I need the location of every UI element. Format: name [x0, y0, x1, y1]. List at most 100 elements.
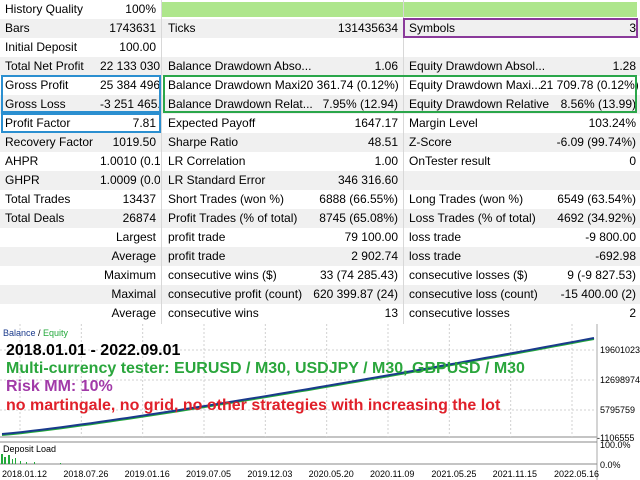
report-row: Profit Factor 7.81 Expected Payoff 1647.17 M… [0, 114, 640, 133]
label-mid: consecutive wins ($) [168, 268, 277, 282]
label-right: Equity Drawdown Absol... [409, 59, 546, 73]
value-right: 21 709.78 (0.12%) [540, 78, 639, 92]
report-row: Total Deals 26874 Profit Trades (% of tota… [0, 209, 640, 228]
value-right: 3 [629, 21, 636, 35]
column-divider [161, 0, 162, 324]
value-left: 1.0009 (0.09%) [100, 173, 160, 187]
deposit-tick: 100.0% [600, 440, 631, 450]
overlay-date-range: 2018.01.01 - 2022.09.01 [6, 342, 181, 359]
legend-balance: Balance [3, 328, 36, 338]
label-mid: LR Standard Error [168, 173, 266, 187]
label-left: Initial Deposit [5, 40, 78, 54]
report-row: Bars 1743631 Ticks 131435634 Symbols 3 [0, 19, 640, 38]
value-left: -3 251 465.18 [100, 97, 160, 111]
value-right: 6549 (63.54%) [557, 192, 636, 206]
report-row: Maximum consecutive wins ($) 33 (74 285.43… [0, 266, 640, 285]
overlay-tester-info: Multi-currency tester: EURUSD / M30, USD… [6, 360, 525, 377]
label-mid: Short Trades (won %) [168, 192, 285, 206]
label-mid: LR Correlation [168, 154, 246, 168]
label-right: loss trade [409, 249, 462, 263]
label-right: Equity Drawdown Maxi... [409, 78, 542, 92]
value-left: 1.0010 (0.10%) [100, 154, 160, 168]
chart-legend: Balance / Equity [3, 328, 68, 338]
label-left: AHPR [5, 154, 39, 168]
value-mid: 20 361.74 (0.12%) [300, 78, 399, 92]
report-row: AHPR 1.0010 (0.10%) LR Correlation 1.00 OnTe… [0, 152, 640, 171]
value-left [100, 304, 160, 323]
legend-separator: / [35, 328, 44, 338]
label-right: loss trade [409, 230, 462, 244]
value-left: 1743631 [109, 21, 156, 35]
label-left: Total Net Profit [5, 59, 84, 73]
label-right [404, 171, 554, 190]
report-row: Average consecutive wins 13 consecutive los… [0, 304, 640, 323]
value-right: 0 [629, 154, 636, 168]
label-mid: consecutive profit (count) [168, 287, 303, 301]
label-left: Gross Loss [5, 97, 66, 111]
value-mid: 346 316.60 [337, 173, 398, 187]
deposit-tick: 0.0% [600, 460, 621, 470]
history-quality-row: History Quality 100% [0, 0, 640, 19]
value-left [100, 247, 160, 266]
history-quality-bar [162, 2, 637, 17]
label-right: Loss Trades (% of total) [409, 211, 536, 225]
label-left: Total Deals [5, 211, 65, 225]
label-mid: Balance Drawdown Maxi... [168, 78, 311, 92]
y-tick: 12698974 [600, 375, 640, 385]
overlay-risk-mm: Risk MM: 10% [6, 378, 113, 395]
x-tick: 2019.07.05 [186, 469, 232, 479]
x-tick: 2018.07.26 [63, 469, 109, 479]
label-mid: profit trade [168, 230, 226, 244]
value-mid: 1647.17 [354, 116, 398, 130]
value-mid: 8745 (65.08%) [319, 211, 398, 225]
value-mid: 131435634 [337, 21, 398, 35]
value-right: 8.56% (13.99) [560, 97, 636, 111]
value-right [540, 38, 640, 57]
label-left: Gross Profit [5, 78, 69, 92]
value-right: 1.28 [612, 59, 636, 73]
label-right: Long Trades (won %) [409, 192, 524, 206]
history-quality-label: History Quality [5, 2, 84, 16]
report-row: Gross Loss -3 251 465.18 Balance Drawdown … [0, 95, 640, 114]
value-left: 13437 [122, 192, 156, 206]
label-mid [163, 38, 318, 57]
label-left: GHPR [5, 173, 40, 187]
value-right: 4692 (34.92%) [557, 211, 636, 225]
label-mid: Ticks [168, 21, 196, 35]
value-left: 1019.50 [112, 135, 156, 149]
report-row: Maximal consecutive profit (count) 620 399… [0, 285, 640, 304]
label-mid: Sharpe Ratio [168, 135, 239, 149]
label-mid: profit trade [168, 249, 226, 263]
value-mid: 33 (74 285.43) [319, 268, 398, 282]
value-right: -15 400.00 (2) [560, 287, 636, 301]
report-row: Average profit trade 2 902.74 loss trade -69… [0, 247, 640, 266]
report-row: Initial Deposit 100.00 [0, 38, 640, 57]
label-right [404, 38, 554, 57]
value-right: 9 (-9 827.53) [567, 268, 636, 282]
value-mid: 1.06 [374, 59, 398, 73]
value-right [540, 171, 640, 190]
label-left: Bars [5, 21, 30, 35]
report-row: Largest profit trade 79 100.00 loss trade -9… [0, 228, 640, 247]
label-mid: Profit Trades (% of total) [168, 211, 298, 225]
report-row: Recovery Factor 1019.50 Sharpe Ratio 48.51 Z… [0, 133, 640, 152]
x-tick: 2021.05.25 [431, 469, 477, 479]
label-mid: Balance Drawdown Relat... [168, 97, 313, 111]
y-tick: 19601023 [600, 345, 640, 355]
value-mid: 79 100.00 [344, 230, 398, 244]
label-mid: Expected Payoff [168, 116, 256, 130]
label-mid: Balance Drawdown Abso... [168, 59, 312, 73]
x-tick: 2020.11.09 [370, 469, 415, 479]
x-tick: 2018.01.12 [2, 469, 48, 479]
report-row: Total Net Profit 22 133 030.83 Balance Dra… [0, 57, 640, 76]
value-left [100, 266, 160, 285]
label-right: Equity Drawdown Relative [409, 97, 550, 111]
value-mid: 620 399.87 (24) [313, 287, 398, 301]
x-tick: 2022.05.16 [554, 469, 600, 479]
x-tick: 2019.12.03 [247, 469, 293, 479]
value-right: 2 [629, 306, 636, 320]
x-tick: 2019.01.16 [124, 469, 170, 479]
value-right: -6.09 (99.74%) [556, 135, 636, 149]
value-right: -692.98 [595, 249, 636, 263]
legend-equity: Equity [43, 328, 69, 338]
